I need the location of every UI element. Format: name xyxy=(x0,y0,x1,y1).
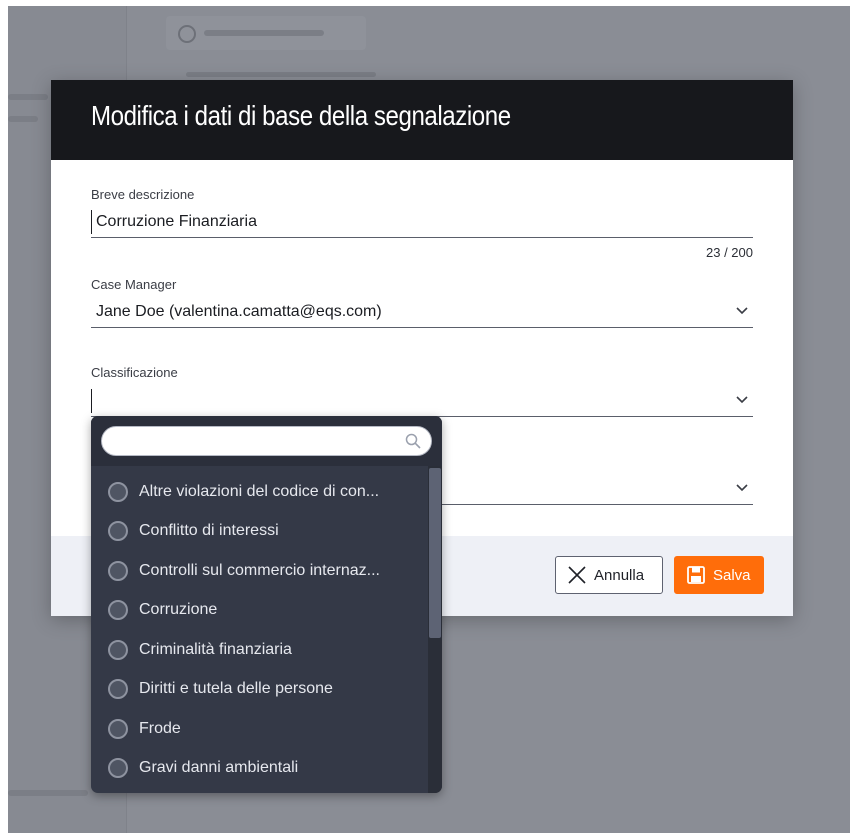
background-text xyxy=(8,94,48,100)
radio-icon[interactable] xyxy=(108,718,128,739)
dropdown-search-input[interactable] xyxy=(114,430,398,454)
radio-icon[interactable] xyxy=(108,639,128,660)
option-label: Conflitto di interessi xyxy=(139,522,279,540)
classification-select[interactable] xyxy=(91,387,753,417)
scrollbar-thumb[interactable] xyxy=(429,468,441,638)
background-text xyxy=(204,30,324,36)
chevron-down-icon xyxy=(735,304,749,318)
option-label: Controlli sul commercio internaz... xyxy=(139,561,380,579)
radio-icon[interactable] xyxy=(108,600,128,621)
option-item[interactable]: Corruzione xyxy=(91,591,428,631)
text-cursor xyxy=(91,389,92,413)
save-label: Salva xyxy=(713,566,751,584)
option-label: Corruzione xyxy=(139,601,218,619)
option-label: Criminalità finanziaria xyxy=(139,640,292,658)
dropdown-search-field[interactable] xyxy=(101,426,432,456)
description-value: Corruzione Finanziaria xyxy=(96,213,257,230)
chevron-down-icon xyxy=(735,393,749,407)
option-label: Frode xyxy=(139,719,181,737)
case-manager-select[interactable]: Jane Doe (valentina.camatta@eqs.com) xyxy=(91,298,753,328)
dialog-header: Modifica i dati di base della segnalazio… xyxy=(51,80,793,160)
description-input[interactable]: Corruzione Finanziaria xyxy=(91,208,753,238)
radio-icon[interactable] xyxy=(108,758,128,779)
case-manager-label: Case Manager xyxy=(91,277,177,292)
option-item[interactable]: Diritti e tutela delle persone xyxy=(91,670,428,710)
cancel-button[interactable]: Annulla xyxy=(555,556,663,594)
option-item[interactable]: Criminalità finanziaria xyxy=(91,630,428,670)
save-icon xyxy=(685,564,707,586)
option-item[interactable]: Frode xyxy=(91,709,428,749)
radio-icon[interactable] xyxy=(108,521,128,542)
radio-icon[interactable] xyxy=(108,560,128,581)
option-item[interactable]: Altre violazioni del codice di con... xyxy=(91,472,428,512)
save-button[interactable]: Salva xyxy=(674,556,764,594)
classification-dropdown: Altre violazioni del codice di con... Co… xyxy=(91,416,442,793)
option-item[interactable]: Gravi danni ambientali xyxy=(91,749,428,789)
cancel-label: Annulla xyxy=(594,566,645,584)
dropdown-options: Altre violazioni del codice di con... Co… xyxy=(91,472,428,788)
case-manager-value: Jane Doe (valentina.camatta@eqs.com) xyxy=(96,303,382,320)
character-counter: 23 / 200 xyxy=(706,245,753,260)
background-button xyxy=(166,16,366,50)
text-cursor xyxy=(91,210,92,234)
option-label: Diritti e tutela delle persone xyxy=(139,680,333,698)
dropdown-search-bar xyxy=(91,416,442,466)
option-item[interactable]: Conflitto di interessi xyxy=(91,512,428,552)
option-label: Altre violazioni del codice di con... xyxy=(139,482,380,500)
background-text xyxy=(8,116,38,122)
classification-label: Classificazione xyxy=(91,365,178,380)
background-text xyxy=(186,72,376,77)
chevron-down-icon xyxy=(735,481,749,495)
background-icon xyxy=(178,25,196,43)
background-text xyxy=(8,790,88,796)
dialog-title: Modifica i dati di base della segnalazio… xyxy=(91,100,511,131)
radio-icon[interactable] xyxy=(108,679,128,700)
close-icon xyxy=(566,564,588,586)
option-label: Gravi danni ambientali xyxy=(139,759,299,777)
option-item[interactable]: Controlli sul commercio internaz... xyxy=(91,551,428,591)
description-label: Breve descrizione xyxy=(91,187,195,202)
radio-icon[interactable] xyxy=(108,481,128,502)
search-icon xyxy=(405,433,421,449)
